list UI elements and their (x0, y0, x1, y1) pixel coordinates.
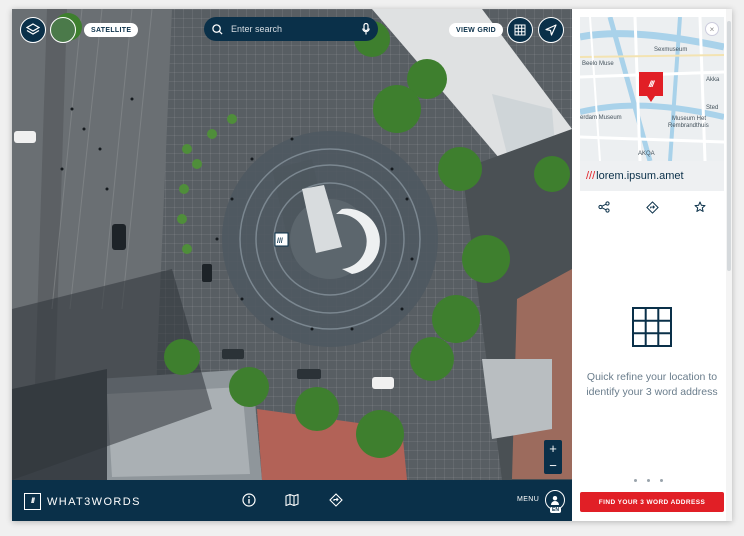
location-pin: /// (639, 72, 663, 102)
share-icon (598, 201, 610, 213)
map-label: Museum Het (672, 116, 707, 122)
star-icon (694, 201, 706, 212)
satellite-thumbnail-button[interactable] (50, 17, 76, 43)
map-label: Beelo Muse (582, 61, 614, 67)
search-bar[interactable] (204, 17, 378, 41)
layers-button[interactable] (20, 17, 46, 43)
bottom-bar: /// WHAT3WORDS MENU EN (12, 480, 572, 521)
carousel-dot[interactable] (647, 479, 650, 482)
navigation-arrow-icon (545, 24, 557, 36)
satellite-label[interactable]: SATELLITE (84, 23, 139, 37)
carousel-dot[interactable] (634, 479, 637, 482)
map-icon (285, 493, 299, 507)
address-actions (580, 199, 724, 215)
svg-text:///: /// (277, 238, 283, 245)
microphone-icon[interactable] (362, 23, 370, 35)
logo-mark: /// (24, 493, 41, 510)
what3words-logo[interactable]: /// WHAT3WORDS (24, 493, 141, 510)
carousel-dots[interactable] (634, 479, 663, 482)
user-icon (551, 496, 559, 505)
address-prefix: /// (586, 170, 596, 182)
address-title: /// lorem.ipsum.amet (580, 161, 724, 191)
map-label: AKQA (638, 151, 655, 157)
map-label: Sexmuseum (654, 47, 688, 53)
map-label: Sted (706, 105, 719, 111)
directions-icon (329, 493, 343, 507)
search-icon (212, 23, 223, 35)
refine-instructions: Quick refine your location to identify y… (586, 371, 718, 398)
directions-button[interactable] (328, 492, 344, 508)
zoom-out-button[interactable]: − (544, 457, 562, 474)
share-button[interactable] (596, 199, 612, 215)
zoom-in-button[interactable]: + (544, 440, 562, 457)
satellite-map[interactable]: /// SATELLITE VIEW GRID + − (12, 9, 572, 480)
view-grid-label[interactable]: VIEW GRID (449, 23, 504, 37)
app-window: /// SATELLITE VIEW GRID + − /// WHAT3WOR… (12, 9, 732, 521)
close-button[interactable]: × (705, 22, 719, 36)
three-word-address[interactable]: lorem.ipsum.amet (596, 170, 683, 182)
panel-scrollbar[interactable] (726, 9, 732, 521)
language-badge[interactable]: EN (550, 507, 561, 513)
aerial-imagery: /// (12, 9, 572, 480)
map-button[interactable] (284, 492, 300, 508)
map-label: Rembrandthuis (668, 123, 709, 129)
carousel-dot[interactable] (660, 479, 663, 482)
menu-label[interactable]: MENU (517, 496, 539, 503)
navigate-button[interactable] (644, 199, 660, 215)
info-icon (242, 493, 256, 507)
locate-me-button[interactable] (538, 17, 564, 43)
map-label: Akka (706, 77, 720, 83)
scrollbar-thumb[interactable] (727, 21, 731, 271)
grid-refine-icon (632, 307, 672, 352)
map-label: erdam Museum (580, 115, 622, 121)
save-button[interactable] (692, 199, 708, 215)
search-input[interactable] (231, 24, 354, 34)
logo-text: WHAT3WORDS (47, 495, 141, 508)
view-grid-button[interactable] (507, 17, 533, 43)
info-button[interactable] (241, 492, 257, 508)
street-minimap[interactable]: Sexmuseum Beelo Muse Museum Het Rembrand… (580, 17, 724, 161)
address-panel: Sexmuseum Beelo Muse Museum Het Rembrand… (572, 9, 732, 521)
grid-icon (514, 24, 526, 36)
directions-icon (645, 200, 659, 214)
zoom-control: + − (544, 440, 562, 474)
layers-icon (26, 23, 40, 35)
find-address-button[interactable]: FIND YOUR 3 WORD ADDRESS (580, 492, 724, 512)
